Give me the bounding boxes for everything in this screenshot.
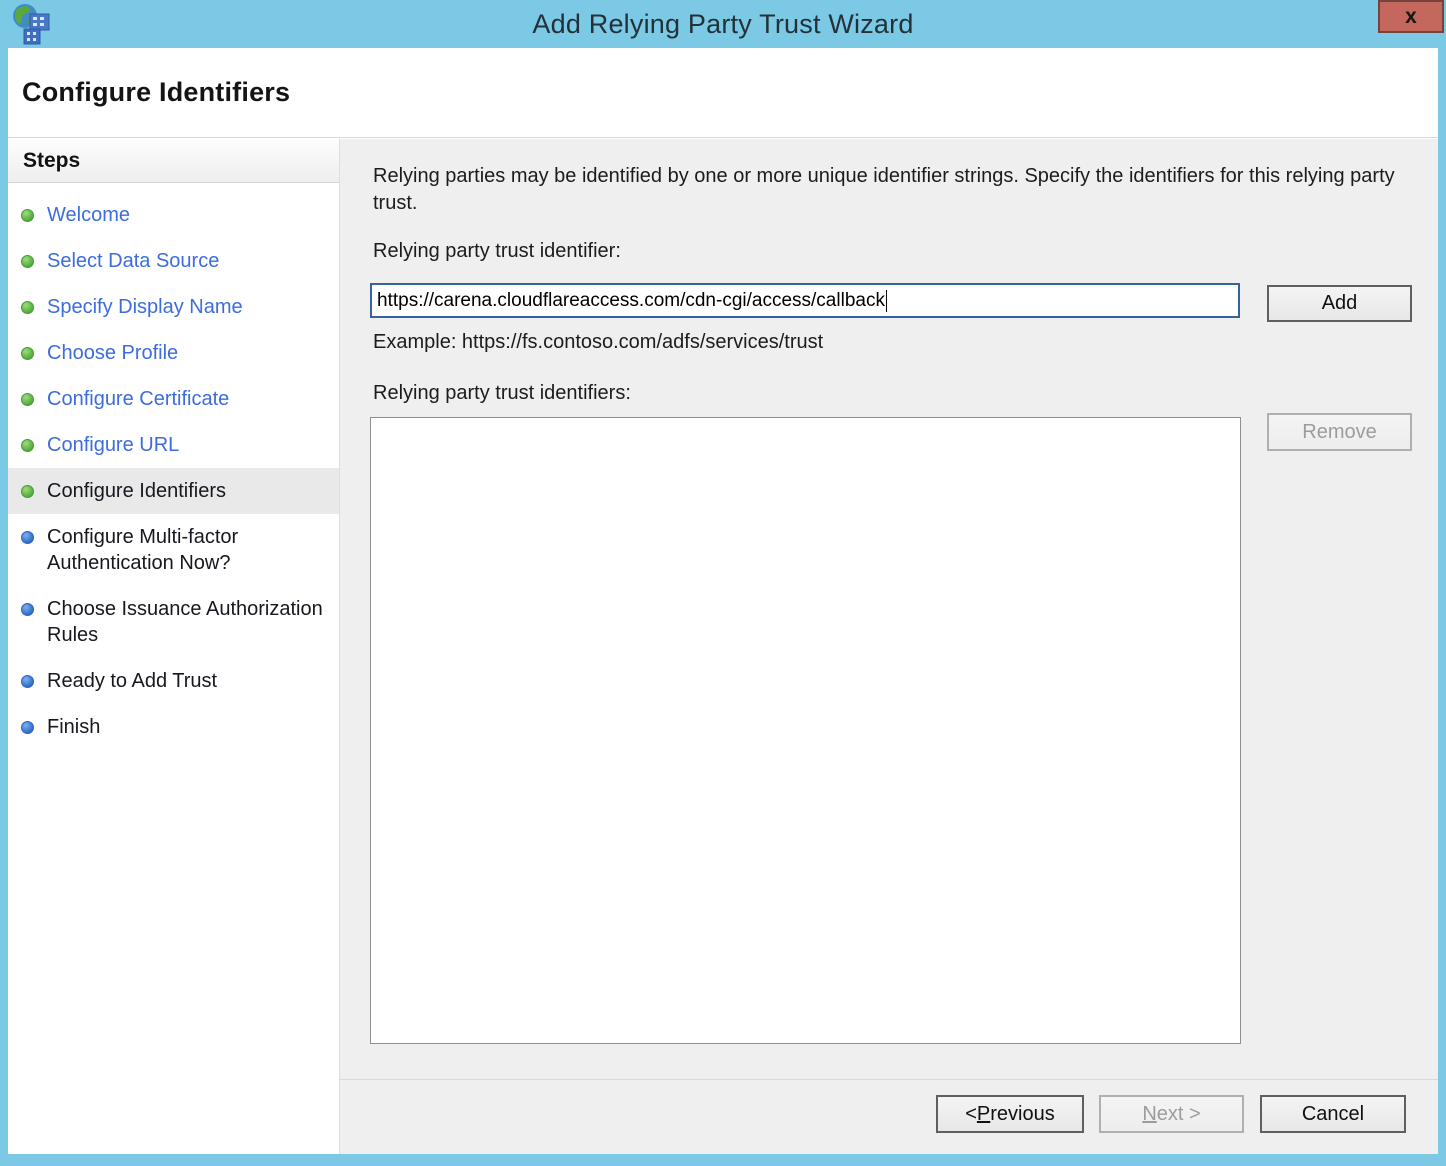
identifier-input-value: https://carena.cloudflareaccess.com/cdn-… (377, 290, 885, 312)
step-done-icon (21, 347, 34, 360)
example-text: Example: https://fs.contoso.com/adfs/ser… (373, 331, 823, 354)
text-caret (886, 290, 887, 312)
step-done-icon (21, 301, 34, 314)
remove-button[interactable]: Remove (1267, 413, 1412, 451)
step-pending-icon (21, 721, 34, 734)
identifiers-list-label: Relying party trust identifiers: (373, 382, 631, 405)
sidebar-item-welcome[interactable]: Welcome (8, 192, 339, 238)
window-title: Add Relying Party Trust Wizard (0, 0, 1446, 48)
sidebar-item-select-data-source[interactable]: Select Data Source (8, 238, 339, 284)
sidebar-item-choose-profile[interactable]: Choose Profile (8, 330, 339, 376)
step-current-icon (21, 485, 34, 498)
identifier-field-label: Relying party trust identifier: (373, 240, 621, 263)
page-title: Configure Identifiers (22, 77, 290, 108)
identifier-input[interactable]: https://carena.cloudflareaccess.com/cdn-… (370, 283, 1240, 318)
step-done-icon (21, 439, 34, 452)
steps-list: Welcome Select Data Source Specify Displ… (8, 183, 339, 750)
cancel-button[interactable]: Cancel (1260, 1095, 1406, 1133)
steps-sidebar: Steps Welcome Select Data Source Specify… (8, 139, 340, 1154)
footer-divider (340, 1079, 1438, 1080)
sidebar-item-configure-certificate[interactable]: Configure Certificate (8, 376, 339, 422)
sidebar-item-specify-display-name[interactable]: Specify Display Name (8, 284, 339, 330)
sidebar-item-configure-url[interactable]: Configure URL (8, 422, 339, 468)
previous-button[interactable]: < Previous (936, 1095, 1084, 1133)
step-pending-icon (21, 603, 34, 616)
step-done-icon (21, 209, 34, 222)
close-button[interactable]: x (1378, 0, 1444, 33)
sidebar-item-configure-mfa[interactable]: Configure Multi-factor Authentication No… (8, 514, 339, 586)
title-bar: Add Relying Party Trust Wizard x (0, 0, 1446, 48)
next-button[interactable]: Next > (1099, 1095, 1244, 1133)
page-header: Configure Identifiers (8, 48, 1438, 138)
step-done-icon (21, 393, 34, 406)
step-done-icon (21, 255, 34, 268)
sidebar-item-choose-issuance-rules[interactable]: Choose Issuance Authorization Rules (8, 586, 339, 658)
sidebar-item-configure-identifiers[interactable]: Configure Identifiers (8, 468, 339, 514)
intro-text: Relying parties may be identified by one… (373, 163, 1395, 217)
add-button[interactable]: Add (1267, 285, 1412, 322)
step-pending-icon (21, 675, 34, 688)
step-pending-icon (21, 531, 34, 544)
steps-header: Steps (8, 139, 339, 183)
wizard-window: Configure Identifiers Steps Welcome Sele… (8, 48, 1438, 1154)
sidebar-item-ready-to-add-trust[interactable]: Ready to Add Trust (8, 658, 339, 704)
identifiers-listbox[interactable] (370, 417, 1241, 1044)
main-panel: Relying parties may be identified by one… (340, 139, 1438, 1154)
sidebar-item-finish[interactable]: Finish (8, 704, 339, 750)
